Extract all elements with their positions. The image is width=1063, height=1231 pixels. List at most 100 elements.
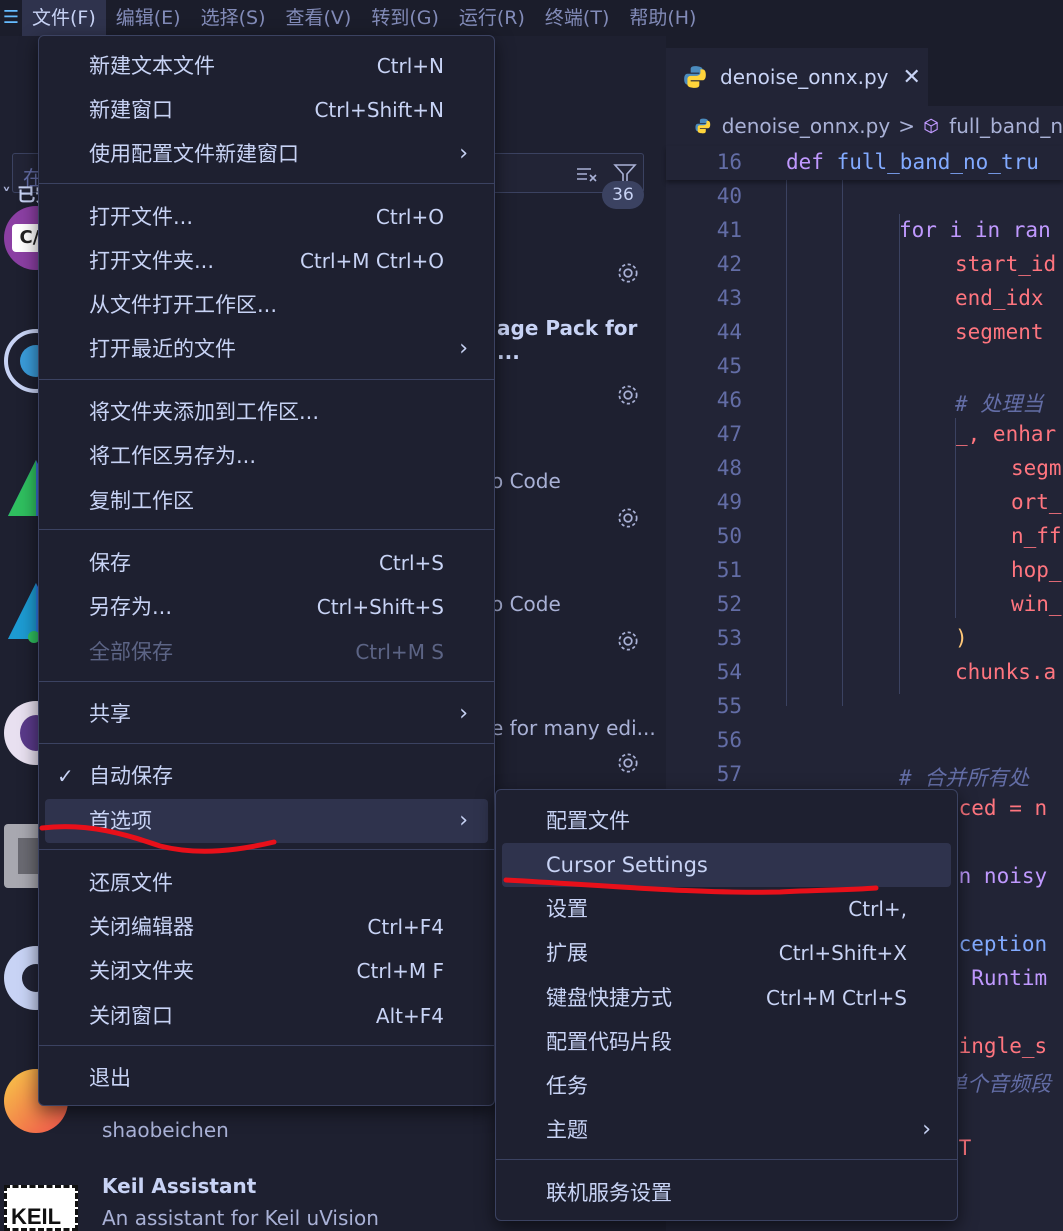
sticky-scroll-header[interactable]: 16 def full_band_no_tru xyxy=(666,146,1063,180)
menu-item[interactable]: 首选项 › xyxy=(45,799,488,843)
code-text: rn noisy xyxy=(946,864,1048,888)
menu-go[interactable]: 转到(G) xyxy=(361,0,449,36)
menu-item[interactable]: 打开文件... Ctrl+O xyxy=(45,195,488,239)
clear-filter-icon[interactable] xyxy=(575,162,599,186)
menu-item-label: 配置文件 xyxy=(546,809,630,833)
menu-item[interactable]: 从文件打开工作区... xyxy=(45,283,488,327)
menu-item-shortcut: Ctrl+Shift+N xyxy=(314,98,444,122)
code-text: chunks.a xyxy=(955,660,1057,684)
code-text: 单个音频段 xyxy=(946,1072,1051,1096)
extension-desc-fragment: o Code xyxy=(491,592,561,616)
menu-item[interactable]: Cursor Settings xyxy=(502,843,951,887)
line-number: 48 xyxy=(716,456,742,480)
menu-item[interactable]: 将文件夹添加到工作区... xyxy=(45,390,488,434)
menu-item[interactable]: 退出 xyxy=(45,1056,488,1100)
breadcrumb-file[interactable]: denoise_onnx.py xyxy=(722,114,891,138)
menu-item[interactable]: 还原文件 xyxy=(45,861,488,905)
menu-item-shortcut: Ctrl+Shift+S xyxy=(316,595,444,619)
menu-item-shortcut: Ctrl+M Ctrl+O xyxy=(299,249,444,273)
line-number: 56 xyxy=(716,728,742,752)
code-line: 49 ort_ xyxy=(666,490,1063,524)
menu-item[interactable]: 配置代码片段 xyxy=(502,1020,951,1064)
menu-item[interactable]: ✓ 自动保存 xyxy=(45,754,488,798)
menu-selection[interactable]: 选择(S) xyxy=(191,0,276,36)
menu-item-label: 使用配置文件新建窗口 xyxy=(89,142,299,166)
installed-count-badge: 36 xyxy=(602,181,644,209)
menu-item-label: 主题 xyxy=(546,1118,588,1142)
close-tab-icon[interactable]: ✕ xyxy=(903,65,921,90)
menu-item[interactable]: 另存为... Ctrl+Shift+S xyxy=(45,585,488,629)
menu-item[interactable]: 新建窗口 Ctrl+Shift+N xyxy=(45,88,488,132)
menu-item[interactable]: 配置文件 xyxy=(502,799,951,843)
menu-item[interactable]: 将工作区另存为... xyxy=(45,434,488,478)
menu-item-label: 自动保存 xyxy=(89,764,173,788)
menu-item-label: 关闭编辑器 xyxy=(89,915,194,939)
menu-edit[interactable]: 编辑(E) xyxy=(106,0,191,36)
extension-desc-fragment: o Code xyxy=(491,469,561,493)
menu-item: 全部保存 Ctrl+M S xyxy=(45,630,488,674)
manage-gear-icon[interactable] xyxy=(615,628,641,654)
menu-item[interactable]: 设置 Ctrl+, xyxy=(502,887,951,931)
menu-item[interactable]: 使用配置文件新建窗口 › xyxy=(45,132,488,176)
manage-gear-icon[interactable] xyxy=(615,505,641,531)
menu-item-label: 保存 xyxy=(89,551,131,575)
breadcrumb-symbol[interactable]: full_band_n xyxy=(949,114,1063,138)
breadcrumb: denoise_onnx.py > full_band_n xyxy=(666,106,1063,146)
editor-tab-bar: denoise_onnx.py ✕ xyxy=(666,36,1063,106)
code-text: segment xyxy=(955,320,1044,344)
menu-item[interactable]: 主题 › xyxy=(502,1108,951,1152)
menu-item-label: 关闭窗口 xyxy=(89,1004,173,1028)
code-text: e Runtim xyxy=(946,966,1048,990)
code-text: # 合并所有处 xyxy=(899,766,1030,790)
menu-item-label: 另存为... xyxy=(89,595,173,619)
menu-item-label: 将工作区另存为... xyxy=(89,444,257,468)
code-line: 52 win_ xyxy=(666,592,1063,626)
menu-item[interactable]: 复制工作区 xyxy=(45,479,488,523)
menu-run[interactable]: 运行(R) xyxy=(449,0,535,36)
menu-item-label: 扩展 xyxy=(546,941,588,965)
tab-label: denoise_onnx.py xyxy=(720,65,889,89)
indent-guide xyxy=(786,146,787,706)
code-line: 42 start_id xyxy=(666,252,1063,286)
menu-item-label: 打开文件夹... xyxy=(89,249,215,273)
menu-item[interactable]: 关闭文件夹 Ctrl+M F xyxy=(45,949,488,993)
indent-guide xyxy=(842,146,843,706)
code-line: 45 xyxy=(666,354,1063,388)
chevron-right-icon: › xyxy=(922,1117,931,1142)
manage-gear-icon[interactable] xyxy=(615,750,641,776)
line-number: 54 xyxy=(716,660,742,684)
menu-bar: ☰ 文件(F) 编辑(E) 选择(S) 查看(V) 转到(G) 运行(R) 终端… xyxy=(0,0,1063,36)
menu-item[interactable]: 关闭编辑器 Ctrl+F4 xyxy=(45,905,488,949)
menu-terminal[interactable]: 终端(T) xyxy=(535,0,619,36)
code-text: n_ff xyxy=(1011,524,1062,548)
line-number: 16 xyxy=(716,150,742,174)
menu-item[interactable]: 保存 Ctrl+S xyxy=(45,541,488,585)
menu-item[interactable]: 打开最近的文件 › xyxy=(45,327,488,371)
menu-item-shortcut: Ctrl+M F xyxy=(356,959,444,983)
menu-item[interactable]: 任务 xyxy=(502,1064,951,1108)
python-file-icon xyxy=(695,118,711,134)
menu-file[interactable]: 文件(F) xyxy=(22,0,106,36)
line-number: 44 xyxy=(716,320,742,344)
line-number: 57 xyxy=(716,762,742,786)
chevron-right-icon: › xyxy=(459,141,468,166)
menu-view[interactable]: 查看(V) xyxy=(276,0,362,36)
indent-guide xyxy=(899,214,900,694)
menu-item[interactable]: 打开文件夹... Ctrl+M Ctrl+O xyxy=(45,239,488,283)
menu-item[interactable]: 扩展 Ctrl+Shift+X xyxy=(502,931,951,975)
manage-gear-icon[interactable] xyxy=(615,260,641,286)
menu-separator xyxy=(496,1159,957,1160)
line-number: 55 xyxy=(716,694,742,718)
manage-gear-icon[interactable] xyxy=(615,382,641,408)
menu-item[interactable]: 联机服务设置 xyxy=(502,1171,951,1215)
menu-item[interactable]: 键盘快捷方式 Ctrl+M Ctrl+S xyxy=(502,976,951,1020)
menu-item-label: 键盘快捷方式 xyxy=(546,986,672,1010)
menu-item[interactable]: 关闭窗口 Alt+F4 xyxy=(45,994,488,1038)
menu-item[interactable]: 共享 › xyxy=(45,692,488,736)
menu-item-label: 新建文本文件 xyxy=(89,54,215,78)
line-number: 53 xyxy=(716,626,742,650)
tab-denoise-onnx[interactable]: denoise_onnx.py ✕ xyxy=(666,48,928,106)
menu-item-label: 复制工作区 xyxy=(89,489,194,513)
menu-item[interactable]: 新建文本文件 Ctrl+N xyxy=(45,44,488,88)
menu-help[interactable]: 帮助(H) xyxy=(619,0,706,36)
